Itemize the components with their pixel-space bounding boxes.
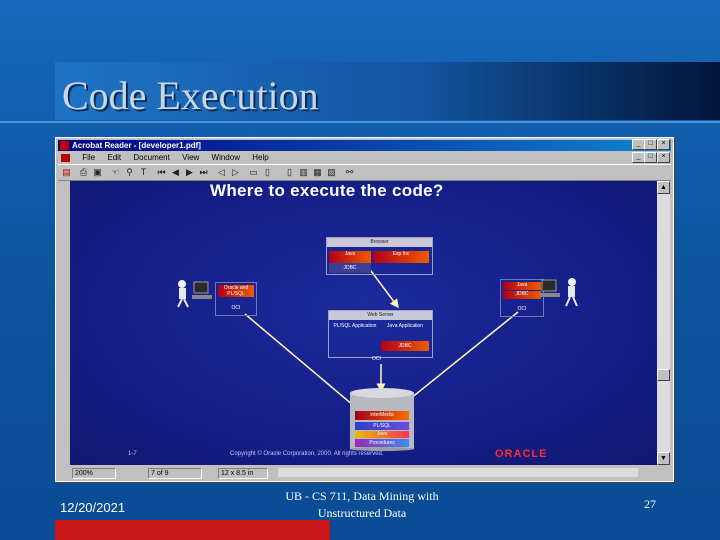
web-server-label: Web Server <box>329 311 432 320</box>
menu-window[interactable]: Window <box>212 153 240 162</box>
menu-document[interactable]: Document <box>133 153 169 162</box>
left-user-figure-icon <box>177 280 212 308</box>
status-bar: 200% 7 of 9 12 x 8.5 in <box>58 466 671 479</box>
print-icon[interactable]: ⎙ <box>78 167 89 177</box>
thumbnails-icon[interactable]: ▦ <box>312 167 323 177</box>
java-application-label: Java Application <box>386 323 424 329</box>
right-oci-label: OCI <box>517 306 527 312</box>
oracle-logo: ORACLE <box>495 448 548 460</box>
web-server-box: Web Server PL/SQL Application Java Appli… <box>328 310 433 358</box>
doc-close-button[interactable]: × <box>657 152 670 163</box>
toolbar: ▤ ⎙ ▣ ☜ ⚲ T ⏮ ◀ ▶ ⏭ ◁ ▷ ▭ ▯ ▯ ▥ ▦ ▧ ⚯ <box>58 164 671 181</box>
db-plsql-layer: PL/SQL <box>355 422 409 430</box>
footer-date: 12/20/2021 <box>60 500 126 515</box>
open-icon[interactable]: ▤ <box>61 167 72 177</box>
page-size-field: 12 x 8.5 in <box>218 468 268 479</box>
menu-edit[interactable]: Edit <box>107 153 121 162</box>
navigation-pane[interactable] <box>58 181 70 465</box>
page-ref-label: 1-7 <box>128 451 137 457</box>
first-page-icon[interactable]: ⏮ <box>156 167 167 177</box>
browser-plugin-chip: Exp Inc <box>373 251 429 263</box>
browser-jdbc-chip: JDBC <box>329 263 371 273</box>
footer-page-number: 27 <box>644 497 656 511</box>
bookmarks-icon[interactable]: ▥ <box>298 167 309 177</box>
hand-icon[interactable]: ☜ <box>110 167 121 177</box>
prev-page-icon[interactable]: ◀ <box>170 167 181 177</box>
right-java-chip: Java <box>503 282 541 290</box>
next-page-icon[interactable]: ▶ <box>184 167 195 177</box>
plsql-application-label: PL/SQL Application <box>333 323 377 329</box>
menu-help[interactable]: Help <box>252 153 268 162</box>
zoom-field[interactable]: 200% <box>72 468 116 479</box>
left-client-box: Oracle and PL/SQL OCI <box>215 282 257 316</box>
right-user-figure-icon <box>540 278 578 307</box>
scroll-down-icon[interactable]: ▼ <box>657 452 670 465</box>
right-jdbc-chip: JDBC <box>503 291 541 299</box>
fit-page-icon[interactable]: ▯ <box>262 167 273 177</box>
web-jdbc-chip: JDBC <box>381 341 429 351</box>
forward-icon[interactable]: ▷ <box>230 167 241 177</box>
scroll-up-icon[interactable]: ▲ <box>657 181 670 194</box>
thumbnails-icon[interactable]: ▧ <box>326 167 337 177</box>
browser-box: Browser Java Exp Inc JDBC <box>326 237 433 275</box>
select-text-icon[interactable]: T <box>138 167 149 177</box>
menu-file[interactable]: File <box>82 153 95 162</box>
actual-size-icon[interactable]: ▭ <box>248 167 259 177</box>
footer-course-title: UB - CS 711, Data Mining with Unstructur… <box>285 489 439 520</box>
title-divider <box>0 121 720 123</box>
save-icon[interactable]: ▣ <box>92 167 103 177</box>
acrobat-window: Acrobat Reader - [developer1.pdf] _ □ × … <box>55 137 674 482</box>
document-page: Where to execute the code? Browser Java … <box>70 181 657 465</box>
doc-restore-button[interactable]: □ <box>644 152 657 163</box>
horizontal-scrollbar[interactable] <box>278 468 638 477</box>
left-oci-label: OCI <box>231 305 241 311</box>
menu-view[interactable]: View <box>182 153 199 162</box>
page-only-icon[interactable]: ▯ <box>284 167 295 177</box>
zoom-icon[interactable]: ⚲ <box>124 167 135 177</box>
acrobat-app-icon[interactable] <box>60 141 69 150</box>
document-icon[interactable] <box>61 153 70 162</box>
find-icon[interactable]: ⚯ <box>344 167 355 177</box>
page-field[interactable]: 7 of 9 <box>148 468 202 479</box>
maximize-button[interactable]: □ <box>644 139 657 150</box>
db-java-layer: Java <box>355 431 409 438</box>
scroll-thumb[interactable] <box>657 369 670 381</box>
db-intermedia-layer: interMedia <box>355 411 409 420</box>
footer-accent-bar <box>55 520 330 540</box>
back-icon[interactable]: ◁ <box>216 167 227 177</box>
browser-label: Browser <box>327 238 432 247</box>
browser-java-chip: Java <box>329 251 371 263</box>
close-button[interactable]: × <box>657 139 670 150</box>
window-titlebar[interactable]: Acrobat Reader - [developer1.pdf] <box>58 140 671 151</box>
db-procedures-layer: Procedures <box>355 439 409 447</box>
window-title: Acrobat Reader - [developer1.pdf] <box>72 141 201 150</box>
menu-bar: File Edit Document View Window Help <box>58 152 671 163</box>
left-client-chip: Oracle and PL/SQL <box>218 285 254 297</box>
slide-title: Code Execution <box>62 73 319 118</box>
copyright-text: Copyright © Oracle Corporation, 2000. Al… <box>230 451 384 457</box>
vertical-scrollbar[interactable]: ▲ ▼ <box>657 181 670 465</box>
last-page-icon[interactable]: ⏭ <box>198 167 209 177</box>
web-oci-label: OCI <box>372 356 381 362</box>
